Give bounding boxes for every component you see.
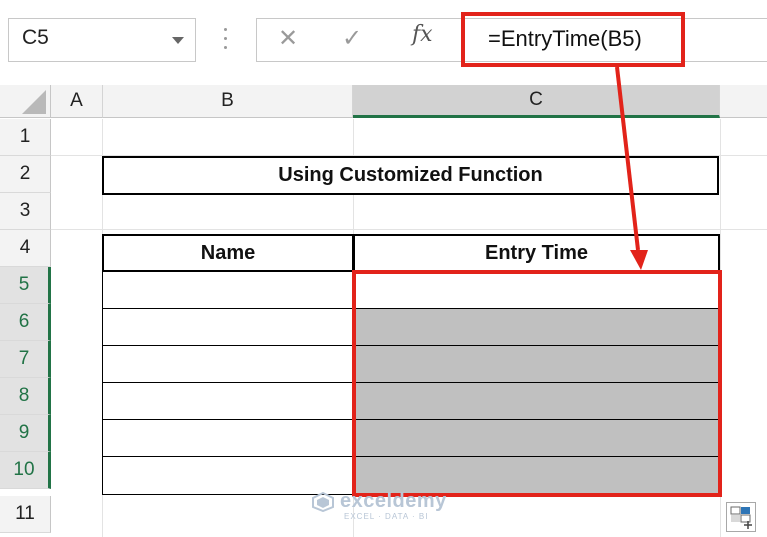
row-header-7[interactable]: 7 xyxy=(0,341,51,378)
title-cell[interactable]: Using Customized Function xyxy=(102,156,719,195)
watermark-tagline: EXCEL · DATA · BI xyxy=(344,512,429,521)
check-icon[interactable]: ✓ xyxy=(342,24,362,53)
result-highlight-box xyxy=(352,270,722,497)
row-header-3[interactable]: 3 xyxy=(0,193,51,230)
column-header-c[interactable]: C xyxy=(353,85,720,118)
drag-handle-icon[interactable] xyxy=(222,26,230,52)
row-header-11[interactable]: 11 xyxy=(0,496,51,533)
column-header-a[interactable]: A xyxy=(51,85,103,118)
row-header-4[interactable]: 4 xyxy=(0,230,51,267)
name-cell-b6[interactable] xyxy=(102,308,354,346)
entry-time-header-cell[interactable]: Entry Time xyxy=(353,234,720,272)
name-cell-b8[interactable] xyxy=(102,382,354,420)
row-header-2[interactable]: 2 xyxy=(0,156,51,193)
formula-highlight-box xyxy=(461,12,685,67)
row-header-10[interactable]: 10 xyxy=(0,452,51,489)
watermark-brand: exceldemy xyxy=(340,490,447,512)
name-cell-b5[interactable] xyxy=(102,271,354,309)
name-cell-b9[interactable] xyxy=(102,419,354,457)
name-cell-b7[interactable] xyxy=(102,345,354,383)
quick-analysis-icon xyxy=(730,506,752,529)
chevron-down-icon[interactable] xyxy=(172,37,184,44)
name-cell-b10[interactable] xyxy=(102,456,354,495)
exceldemy-logo-icon xyxy=(312,492,334,512)
insert-function-icon[interactable]: fx xyxy=(412,22,433,47)
close-icon[interactable]: ✕ xyxy=(278,24,298,53)
row-header-6[interactable]: 6 xyxy=(0,304,51,341)
quick-analysis-button[interactable] xyxy=(726,502,756,532)
row-header-1[interactable]: 1 xyxy=(0,119,51,156)
row-header-8[interactable]: 8 xyxy=(0,378,51,415)
row-header-9[interactable]: 9 xyxy=(0,415,51,452)
select-all-triangle-icon xyxy=(22,90,46,114)
name-box-value: C5 xyxy=(22,26,49,49)
row-header-5[interactable]: 5 xyxy=(0,267,51,304)
gridline xyxy=(51,229,767,230)
name-header-cell[interactable]: Name xyxy=(102,234,354,272)
column-header-next[interactable] xyxy=(720,85,767,118)
column-header-b[interactable]: B xyxy=(103,85,353,118)
